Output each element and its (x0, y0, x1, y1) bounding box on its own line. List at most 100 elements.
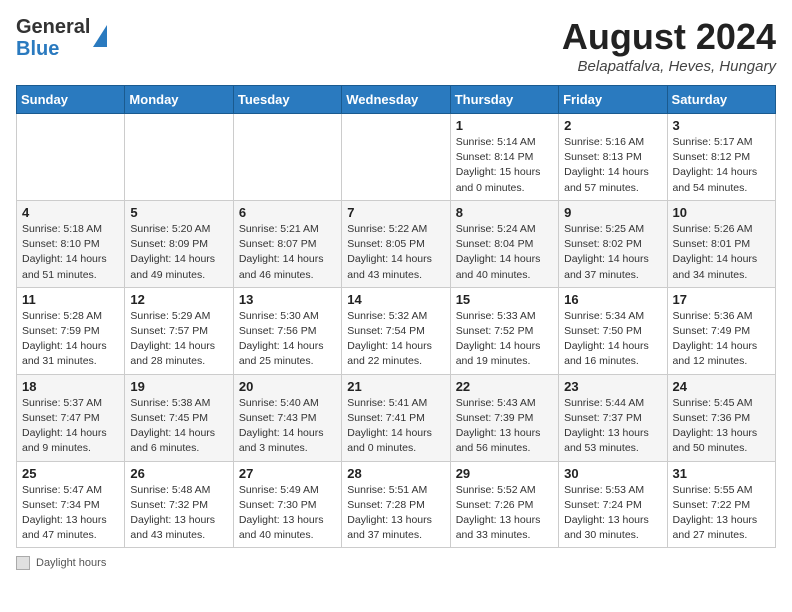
day-info: Sunrise: 5:43 AM Sunset: 7:39 PM Dayligh… (456, 396, 553, 457)
calendar-day-header-friday: Friday (559, 86, 667, 114)
calendar-cell-27: 27 Sunrise: 5:49 AM Sunset: 7:30 PM Dayli… (233, 461, 341, 548)
calendar-cell-25: 25Sunrise: 5:47 AM Sunset: 7:34 PM Dayli… (17, 461, 125, 548)
calendar-cell-empty (233, 114, 341, 201)
day-info: Sunrise: 5:14 AM Sunset: 8:14 PM Dayligh… (456, 135, 553, 196)
day-info: Sunrise: 5:29 AM Sunset: 7:57 PM Dayligh… (130, 309, 227, 370)
day-info: Sunrise: 5:32 AM Sunset: 7:54 PM Dayligh… (347, 309, 444, 370)
day-number: 11 (22, 292, 119, 307)
calendar-cell-26: 26 Sunrise: 5:48 AM Sunset: 7:32 PM Dayli… (125, 461, 233, 548)
day-number: 17 (673, 292, 770, 307)
calendar-cell-3: 3 Sunrise: 5:17 AM Sunset: 8:12 PM Daylig… (667, 114, 775, 201)
calendar-cell-14: 14 Sunrise: 5:32 AM Sunset: 7:54 PM Dayli… (342, 287, 450, 374)
day-info: Sunrise: 5:18 AM Sunset: 8:10 PM Dayligh… (22, 222, 119, 283)
calendar-cell-13: 13 Sunrise: 5:30 AM Sunset: 7:56 PM Dayli… (233, 287, 341, 374)
day-info: Sunrise: 5:45 AM Sunset: 7:36 PM Dayligh… (673, 396, 770, 457)
day-info: Sunrise: 5:47 AM Sunset: 7:34 PM Dayligh… (22, 483, 119, 544)
calendar-cell-22: 22Sunrise: 5:43 AM Sunset: 7:39 PM Dayli… (450, 374, 558, 461)
calendar-cell-29: 29 Sunrise: 5:52 AM Sunset: 7:26 PM Dayli… (450, 461, 558, 548)
calendar-cell-20: 20Sunrise: 5:40 AM Sunset: 7:43 PM Dayli… (233, 374, 341, 461)
day-number: 31 (673, 466, 770, 481)
day-info: Sunrise: 5:38 AM Sunset: 7:45 PM Dayligh… (130, 396, 227, 457)
day-info: Sunrise: 5:41 AM Sunset: 7:41 PM Dayligh… (347, 396, 444, 457)
day-info: Sunrise: 5:49 AM Sunset: 7:30 PM Dayligh… (239, 483, 336, 544)
day-info: Sunrise: 5:17 AM Sunset: 8:12 PM Dayligh… (673, 135, 770, 196)
day-number: 13 (239, 292, 336, 307)
day-info: Sunrise: 5:40 AM Sunset: 7:43 PM Dayligh… (239, 396, 336, 457)
calendar-cell-18: 18 Sunrise: 5:37 AM Sunset: 7:47 PM Dayli… (17, 374, 125, 461)
calendar-cell-19: 19 Sunrise: 5:38 AM Sunset: 7:45 PM Dayli… (125, 374, 233, 461)
calendar-cell-31: 31Sunrise: 5:55 AM Sunset: 7:22 PM Dayli… (667, 461, 775, 548)
day-number: 23 (564, 379, 661, 394)
day-info: Sunrise: 5:21 AM Sunset: 8:07 PM Dayligh… (239, 222, 336, 283)
day-info: Sunrise: 5:16 AM Sunset: 8:13 PM Dayligh… (564, 135, 661, 196)
calendar-cell-24: 24 Sunrise: 5:45 AM Sunset: 7:36 PM Dayli… (667, 374, 775, 461)
footer-label: Daylight hours (36, 557, 106, 569)
day-number: 30 (564, 466, 661, 481)
logo-blue: Blue (16, 38, 59, 60)
day-number: 7 (347, 205, 444, 220)
day-number: 16 (564, 292, 661, 307)
calendar-cell-empty (342, 114, 450, 201)
calendar-cell-7: 7Sunrise: 5:22 AM Sunset: 8:05 PM Daylig… (342, 200, 450, 287)
calendar-week-row-3: 11 Sunrise: 5:28 AM Sunset: 7:59 PM Dayli… (17, 287, 776, 374)
day-number: 29 (456, 466, 553, 481)
logo-general: General (16, 16, 90, 38)
day-info: Sunrise: 5:34 AM Sunset: 7:50 PM Dayligh… (564, 309, 661, 370)
day-number: 14 (347, 292, 444, 307)
calendar-cell-12: 12Sunrise: 5:29 AM Sunset: 7:57 PM Dayli… (125, 287, 233, 374)
day-number: 18 (22, 379, 119, 394)
day-info: Sunrise: 5:28 AM Sunset: 7:59 PM Dayligh… (22, 309, 119, 370)
title-block: August 2024 Belapatfalva, Heves, Hungary (562, 16, 776, 75)
logo-triangle-icon (93, 25, 107, 47)
calendar-cell-5: 5Sunrise: 5:20 AM Sunset: 8:09 PM Daylig… (125, 200, 233, 287)
day-number: 19 (130, 379, 227, 394)
day-info: Sunrise: 5:25 AM Sunset: 8:02 PM Dayligh… (564, 222, 661, 283)
calendar-week-row-4: 18 Sunrise: 5:37 AM Sunset: 7:47 PM Dayli… (17, 374, 776, 461)
calendar-day-header-thursday: Thursday (450, 86, 558, 114)
calendar-week-row-5: 25Sunrise: 5:47 AM Sunset: 7:34 PM Dayli… (17, 461, 776, 548)
logo-text-block: General Blue (16, 16, 90, 60)
day-number: 24 (673, 379, 770, 394)
calendar-cell-4: 4 Sunrise: 5:18 AM Sunset: 8:10 PM Daylig… (17, 200, 125, 287)
day-info: Sunrise: 5:26 AM Sunset: 8:01 PM Dayligh… (673, 222, 770, 283)
day-number: 9 (564, 205, 661, 220)
day-number: 27 (239, 466, 336, 481)
day-number: 26 (130, 466, 227, 481)
calendar-week-row-2: 4 Sunrise: 5:18 AM Sunset: 8:10 PM Daylig… (17, 200, 776, 287)
day-number: 10 (673, 205, 770, 220)
month-year-title: August 2024 (562, 16, 776, 58)
calendar-day-header-monday: Monday (125, 86, 233, 114)
calendar-cell-2: 2Sunrise: 5:16 AM Sunset: 8:13 PM Daylig… (559, 114, 667, 201)
calendar-day-header-sunday: Sunday (17, 86, 125, 114)
calendar-table: SundayMondayTuesdayWednesdayThursdayFrid… (16, 85, 776, 548)
day-number: 15 (456, 292, 553, 307)
day-info: Sunrise: 5:37 AM Sunset: 7:47 PM Dayligh… (22, 396, 119, 457)
calendar-cell-6: 6Sunrise: 5:21 AM Sunset: 8:07 PM Daylig… (233, 200, 341, 287)
calendar-cell-10: 10 Sunrise: 5:26 AM Sunset: 8:01 PM Dayli… (667, 200, 775, 287)
logo: General Blue (16, 16, 107, 60)
day-info: Sunrise: 5:48 AM Sunset: 7:32 PM Dayligh… (130, 483, 227, 544)
page-header: General Blue August 2024 Belapatfalva, H… (16, 16, 776, 75)
page-container: General Blue August 2024 Belapatfalva, H… (16, 16, 776, 570)
day-info: Sunrise: 5:51 AM Sunset: 7:28 PM Dayligh… (347, 483, 444, 544)
day-info: Sunrise: 5:30 AM Sunset: 7:56 PM Dayligh… (239, 309, 336, 370)
calendar-cell-21: 21 Sunrise: 5:41 AM Sunset: 7:41 PM Dayli… (342, 374, 450, 461)
calendar-cell-8: 8Sunrise: 5:24 AM Sunset: 8:04 PM Daylig… (450, 200, 558, 287)
day-info: Sunrise: 5:36 AM Sunset: 7:49 PM Dayligh… (673, 309, 770, 370)
day-number: 3 (673, 118, 770, 133)
day-number: 4 (22, 205, 119, 220)
calendar-cell-16: 16 Sunrise: 5:34 AM Sunset: 7:50 PM Dayli… (559, 287, 667, 374)
day-info: Sunrise: 5:33 AM Sunset: 7:52 PM Dayligh… (456, 309, 553, 370)
day-info: Sunrise: 5:52 AM Sunset: 7:26 PM Dayligh… (456, 483, 553, 544)
day-number: 28 (347, 466, 444, 481)
calendar-cell-9: 9 Sunrise: 5:25 AM Sunset: 8:02 PM Daylig… (559, 200, 667, 287)
calendar-week-row-1: 1 Sunrise: 5:14 AM Sunset: 8:14 PM Daylig… (17, 114, 776, 201)
day-number: 1 (456, 118, 553, 133)
day-number: 8 (456, 205, 553, 220)
calendar-cell-empty (17, 114, 125, 201)
calendar-day-header-wednesday: Wednesday (342, 86, 450, 114)
calendar-cell-1: 1 Sunrise: 5:14 AM Sunset: 8:14 PM Daylig… (450, 114, 558, 201)
day-number: 21 (347, 379, 444, 394)
calendar-cell-28: 28 Sunrise: 5:51 AM Sunset: 7:28 PM Dayli… (342, 461, 450, 548)
day-info: Sunrise: 5:20 AM Sunset: 8:09 PM Dayligh… (130, 222, 227, 283)
